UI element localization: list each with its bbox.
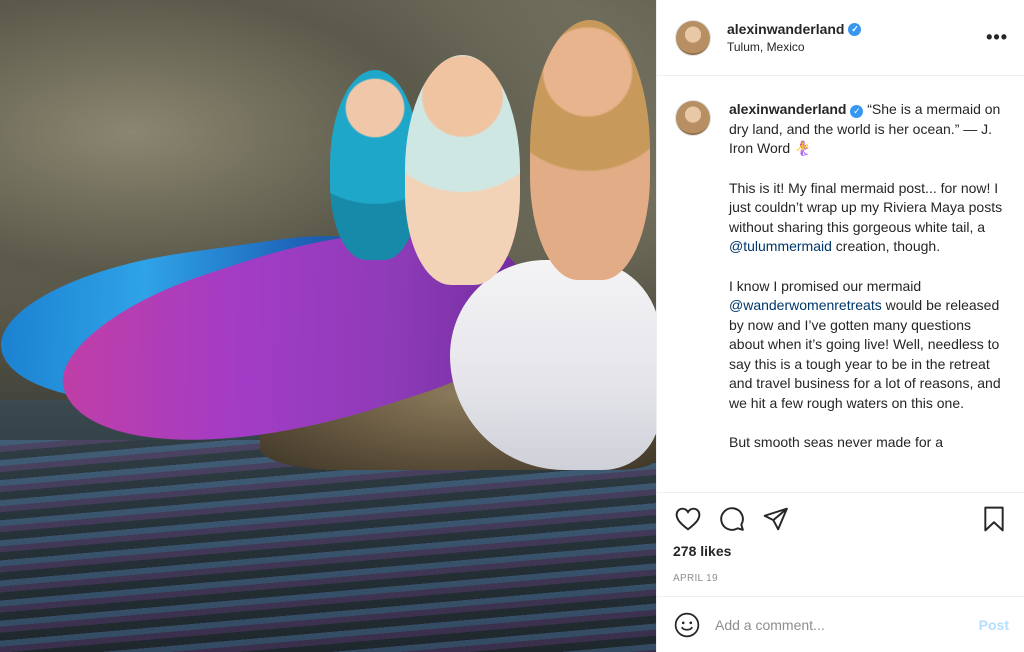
post-side-panel: alexinwanderland ✓ Tulum, Mexico ••• ale… [656, 0, 1024, 652]
more-options-icon[interactable]: ••• [986, 27, 1008, 48]
caption-area: alexinwanderland ✓ “She is a mermaid on … [657, 76, 1024, 492]
emoji-icon[interactable] [673, 611, 701, 639]
avatar[interactable] [675, 19, 711, 56]
caption-paragraph-1: alexinwanderland ✓ “She is a mermaid on … [729, 100, 1008, 159]
caption-paragraph-4: But smooth seas never made for a [729, 433, 1008, 453]
mermaid-right [530, 20, 650, 280]
mention-link[interactable]: @tulummermaid [729, 238, 832, 254]
comment-input[interactable] [715, 616, 979, 633]
post-photo[interactable] [0, 0, 656, 652]
post-header: alexinwanderland ✓ Tulum, Mexico ••• [657, 0, 1024, 76]
verified-icon: ✓ [848, 22, 862, 36]
action-icons [673, 505, 1009, 533]
save-bookmark-icon[interactable] [979, 505, 1009, 533]
header-text: alexinwanderland ✓ Tulum, Mexico [727, 21, 986, 54]
caption-text: I know I promised our mermaid [729, 277, 922, 294]
verified-icon: ✓ [850, 105, 864, 119]
likes-count[interactable]: 278 likes [673, 543, 1009, 559]
caption-text: would be released by now and I’ve gotten… [729, 297, 1001, 411]
mermaid-center [405, 55, 520, 285]
caption-paragraph-2: This is it! My final mermaid post... for… [729, 179, 1008, 257]
post-comment-button[interactable]: Post [979, 617, 1009, 633]
like-icon[interactable] [673, 505, 703, 533]
caption-body: alexinwanderland ✓ “She is a mermaid on … [729, 100, 1008, 492]
header-username[interactable]: alexinwanderland [727, 21, 844, 37]
header-username-row: alexinwanderland ✓ [727, 21, 986, 37]
caption-text: But smooth seas never made for a [729, 434, 943, 450]
caption-paragraph-3: I know I promised our mermaid @wanderwom… [729, 277, 1008, 414]
location-link[interactable]: Tulum, Mexico [727, 40, 986, 54]
caption-avatar[interactable] [675, 100, 711, 136]
post-actions: 278 likes APRIL 19 [657, 492, 1024, 584]
comment-icon[interactable] [717, 505, 747, 533]
share-icon[interactable] [761, 505, 791, 533]
water-reflection [0, 440, 656, 652]
caption-username[interactable]: alexinwanderland [729, 101, 846, 117]
caption-text: This is it! My final mermaid post... for… [729, 179, 1003, 235]
mention-link[interactable]: @wanderwomenretreats [729, 297, 882, 313]
caption-text: creation, though. [831, 238, 941, 254]
add-comment-bar: Post [657, 596, 1024, 652]
post-date[interactable]: APRIL 19 [673, 573, 1009, 584]
